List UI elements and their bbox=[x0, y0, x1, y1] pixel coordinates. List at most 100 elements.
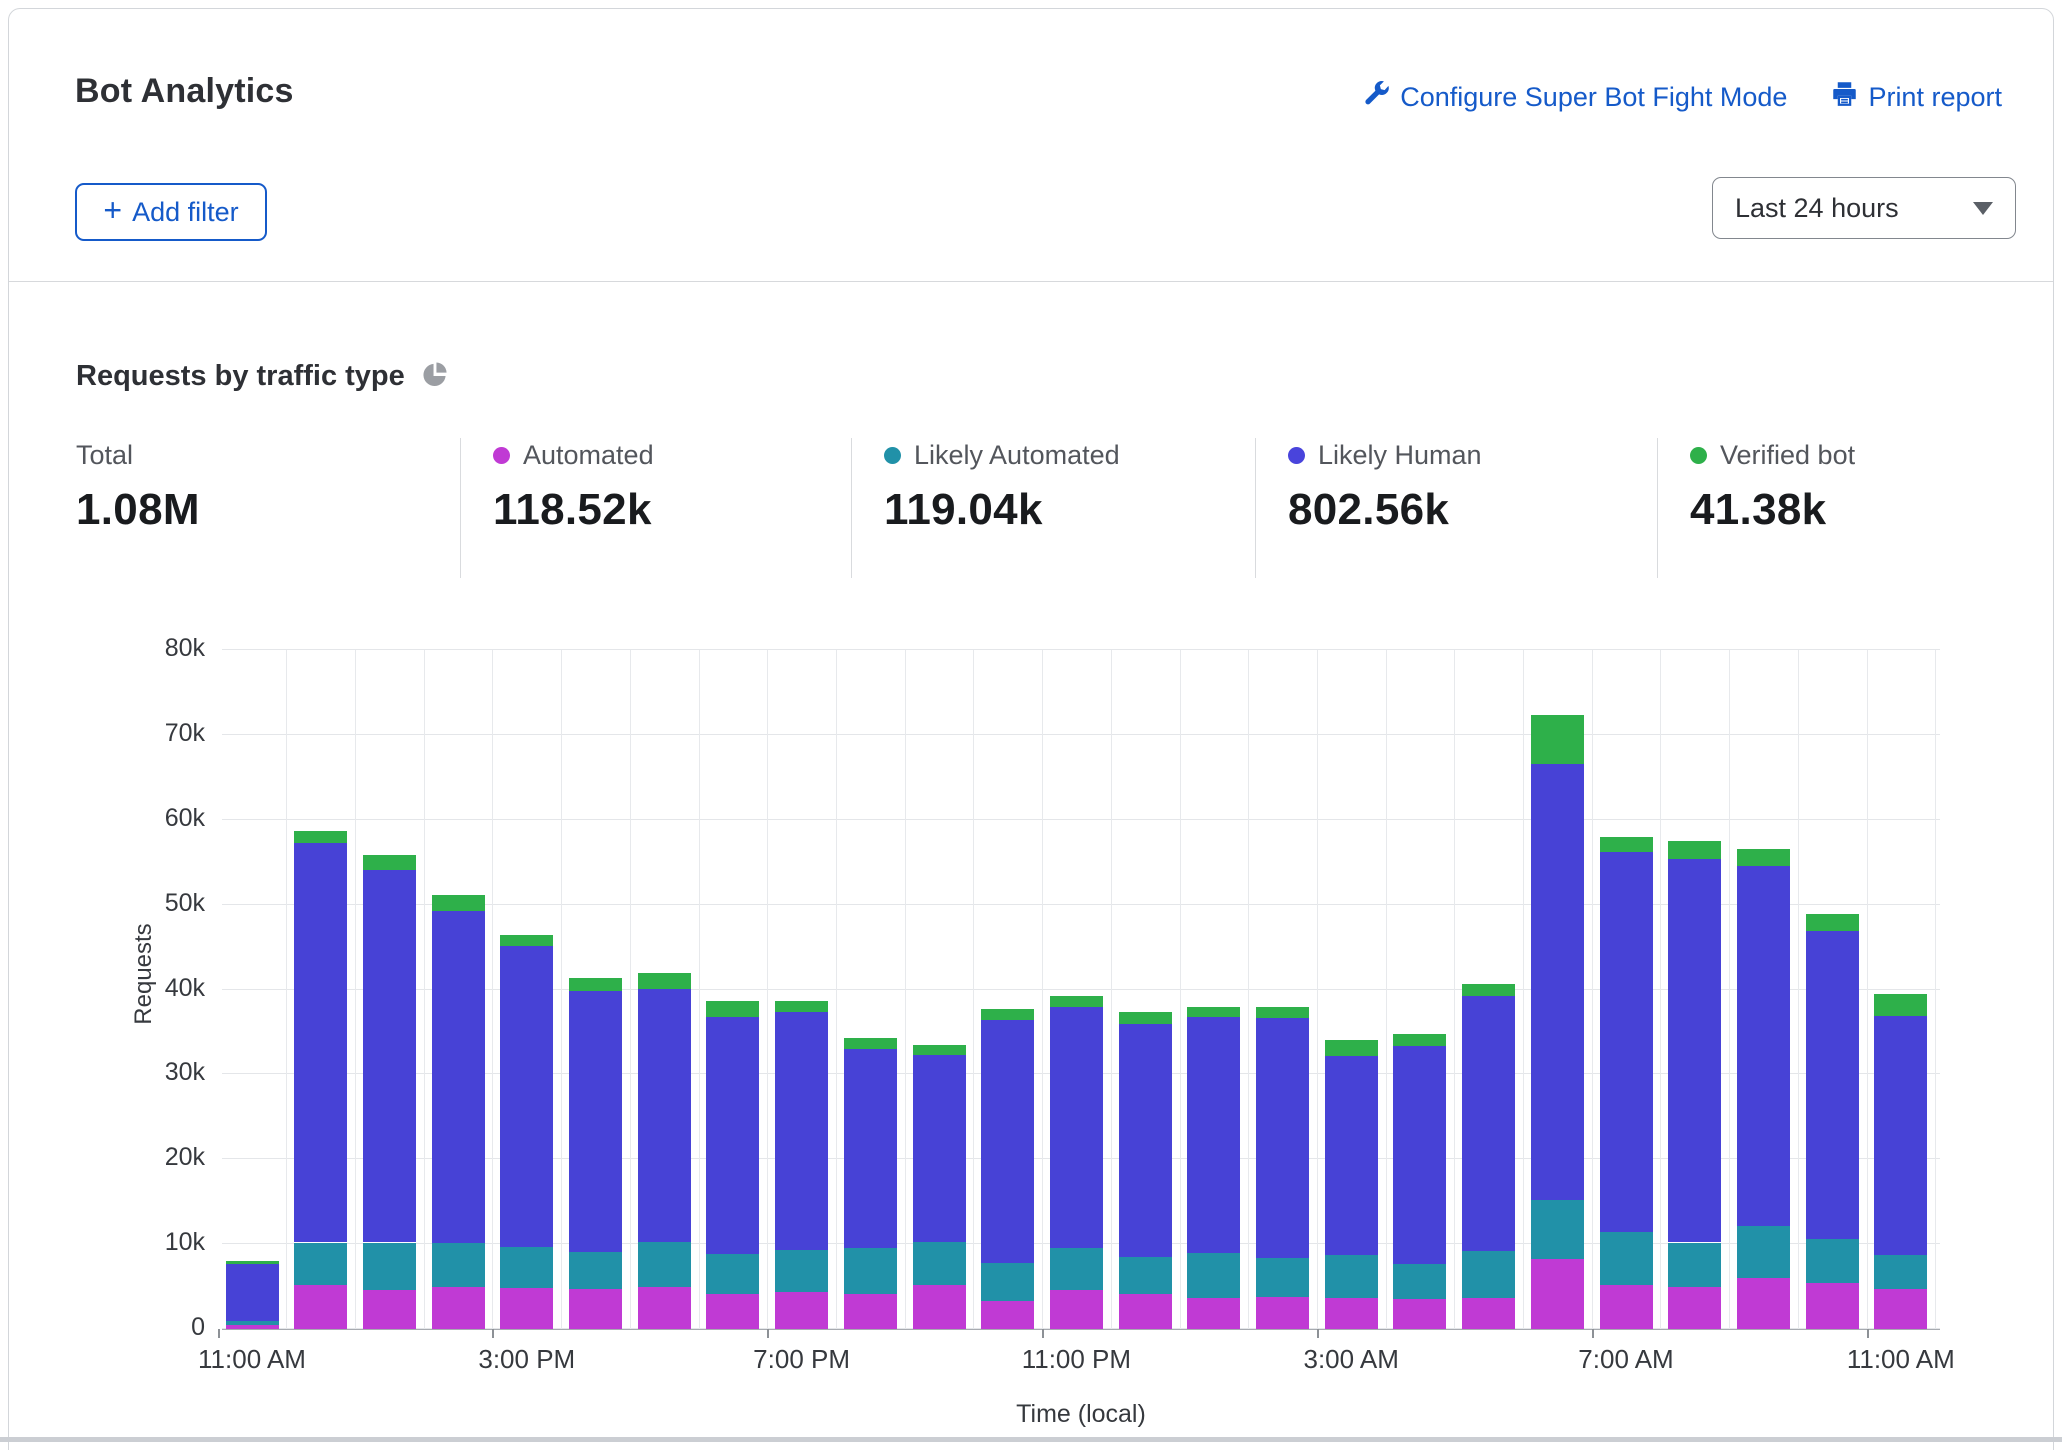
gridline-v bbox=[973, 650, 975, 1329]
header-actions: Configure Super Bot Fight Mode Print rep… bbox=[1363, 80, 2002, 114]
bar-200pm[interactable] bbox=[431, 895, 485, 1329]
gridline-h bbox=[222, 733, 1940, 735]
bar-800pm[interactable] bbox=[843, 1037, 897, 1329]
y-tick-label: 0 bbox=[191, 1313, 205, 1341]
stat-likely-human-label: Likely Human bbox=[1318, 440, 1482, 470]
bar-400am[interactable] bbox=[1393, 1033, 1447, 1329]
bar-1100am[interactable] bbox=[225, 1261, 279, 1329]
segment-likely-automated bbox=[1049, 1248, 1103, 1290]
segment-likely-human bbox=[637, 988, 691, 1242]
segment-likely-automated bbox=[569, 1251, 622, 1290]
x-tick-label: 3:00 PM bbox=[478, 1344, 576, 1374]
y-tick-label: 50k bbox=[164, 888, 205, 917]
stat-likely-automated-label: Likely Automated bbox=[914, 440, 1120, 470]
x-tick bbox=[1316, 1329, 1319, 1338]
configure-link-label: Configure Super Bot Fight Mode bbox=[1400, 81, 1788, 112]
bar-100pm[interactable] bbox=[362, 854, 416, 1329]
segment-likely-human bbox=[706, 1016, 760, 1254]
bar-700pm[interactable] bbox=[775, 1000, 829, 1329]
bar-1000am[interactable] bbox=[1805, 913, 1859, 1329]
bar-600pm[interactable] bbox=[706, 1001, 760, 1329]
likely-automated-legend-dot bbox=[884, 447, 901, 464]
gridline-v bbox=[286, 650, 288, 1329]
stat-likely-automated: Likely Automated 119.04k bbox=[884, 440, 1120, 535]
segment-verified-bot bbox=[362, 854, 416, 870]
segment-likely-human bbox=[294, 842, 348, 1243]
bar-900am[interactable] bbox=[1736, 848, 1790, 1329]
add-filter-button[interactable]: + Add filter bbox=[75, 183, 267, 241]
bar-600am[interactable] bbox=[1530, 714, 1584, 1329]
segment-verified-bot bbox=[1462, 984, 1516, 997]
segment-verified-bot bbox=[981, 1009, 1035, 1021]
bar-100am[interactable] bbox=[1187, 1006, 1241, 1329]
stat-divider bbox=[851, 438, 852, 578]
bar-1000pm[interactable] bbox=[981, 1009, 1035, 1329]
segment-likely-human bbox=[1393, 1046, 1447, 1264]
segment-verified-bot bbox=[431, 895, 485, 912]
gridline-v bbox=[1660, 650, 1662, 1329]
gridline-h bbox=[222, 818, 1940, 820]
likely-human-legend-dot bbox=[1288, 447, 1305, 464]
bar-400pm[interactable] bbox=[569, 977, 622, 1329]
segment-verified-bot bbox=[294, 830, 348, 843]
print-report-link[interactable]: Print report bbox=[1831, 80, 2002, 114]
bar-1100am[interactable] bbox=[1874, 993, 1928, 1329]
segment-likely-automated bbox=[1668, 1242, 1722, 1287]
segment-verified-bot bbox=[1187, 1006, 1241, 1017]
page-title: Bot Analytics bbox=[75, 72, 294, 110]
x-tick bbox=[1042, 1329, 1045, 1338]
bar-300pm[interactable] bbox=[500, 935, 554, 1329]
gridline-v bbox=[1591, 650, 1593, 1329]
gridline-v bbox=[1042, 650, 1044, 1329]
stat-divider bbox=[460, 438, 461, 578]
stat-verified-bot-value: 41.38k bbox=[1690, 485, 1827, 534]
segment-likely-human bbox=[1668, 858, 1722, 1243]
bar-700am[interactable] bbox=[1599, 836, 1653, 1329]
segment-automated bbox=[775, 1291, 829, 1329]
section-title-row: Requests by traffic type bbox=[76, 360, 448, 393]
bar-500am[interactable] bbox=[1462, 984, 1516, 1329]
bar-300am[interactable] bbox=[1324, 1040, 1378, 1329]
segment-likely-human bbox=[1256, 1017, 1309, 1258]
bar-900pm[interactable] bbox=[912, 1044, 966, 1329]
segment-automated bbox=[362, 1290, 416, 1329]
time-range-select[interactable]: Last 24 hours bbox=[1712, 177, 2016, 239]
segment-likely-human bbox=[843, 1048, 897, 1248]
configure-super-bot-fight-mode-link[interactable]: Configure Super Bot Fight Mode bbox=[1363, 80, 1787, 114]
y-tick-label: 60k bbox=[164, 803, 205, 832]
segment-likely-automated bbox=[637, 1241, 691, 1287]
x-tick-label: 7:00 PM bbox=[753, 1344, 850, 1374]
segment-verified-bot bbox=[1668, 841, 1722, 859]
segment-verified-bot bbox=[1874, 993, 1928, 1016]
gridline-v bbox=[767, 650, 769, 1329]
segment-likely-human bbox=[1187, 1016, 1241, 1253]
stat-automated: Automated 118.52k bbox=[493, 440, 654, 535]
segment-likely-human bbox=[1049, 1007, 1103, 1249]
gridline-v bbox=[492, 650, 494, 1329]
segment-likely-automated bbox=[912, 1241, 966, 1285]
stat-verified-bot: Verified bot 41.38k bbox=[1690, 440, 1855, 535]
bar-200am[interactable] bbox=[1256, 1006, 1309, 1329]
y-tick-label: 70k bbox=[164, 718, 205, 747]
segment-automated bbox=[569, 1289, 622, 1329]
segment-likely-automated bbox=[225, 1320, 279, 1325]
bar-1200pm[interactable] bbox=[294, 830, 348, 1329]
gridline-v bbox=[423, 650, 425, 1329]
gridline-v bbox=[1866, 650, 1868, 1329]
segment-likely-human bbox=[500, 946, 554, 1247]
segment-automated bbox=[431, 1286, 485, 1329]
segment-automated bbox=[1118, 1294, 1172, 1329]
segment-verified-bot bbox=[1805, 913, 1859, 931]
segment-likely-human bbox=[1118, 1024, 1172, 1257]
segment-likely-automated bbox=[431, 1243, 485, 1287]
stat-automated-label: Automated bbox=[523, 440, 654, 470]
bar-1200am[interactable] bbox=[1118, 1012, 1172, 1329]
bar-800am[interactable] bbox=[1668, 841, 1722, 1329]
bar-500pm[interactable] bbox=[637, 972, 691, 1329]
segment-likely-human bbox=[1874, 1015, 1928, 1255]
segment-likely-automated bbox=[1324, 1254, 1378, 1298]
segment-automated bbox=[500, 1287, 554, 1329]
bar-1100pm[interactable] bbox=[1049, 996, 1103, 1329]
segment-likely-human bbox=[569, 991, 622, 1252]
segment-automated bbox=[843, 1294, 897, 1329]
